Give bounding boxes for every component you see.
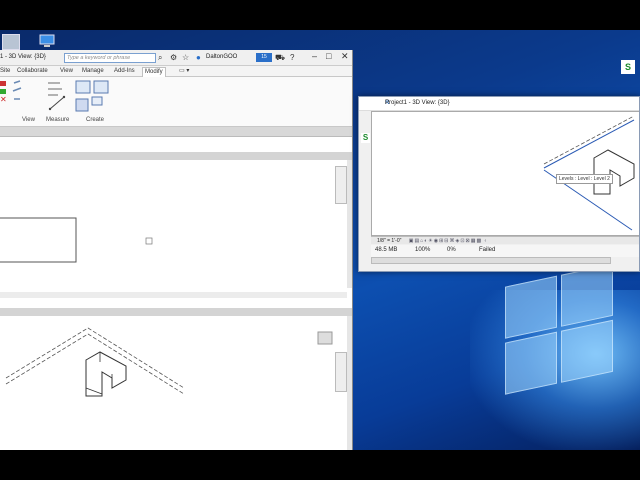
binoculars-icon[interactable]: ⌕ — [158, 53, 162, 63]
revit-main-window: 1 - 3D View: {3D} Type a keyword or phra… — [0, 50, 353, 450]
tab-modify[interactable]: Modify — [142, 67, 166, 77]
tab-manage[interactable]: Manage — [80, 67, 106, 77]
plan-view[interactable] — [0, 152, 352, 298]
vertical-scrollbar[interactable] — [347, 160, 352, 288]
properties-bar — [0, 127, 352, 137]
plan-view-canvas[interactable] — [0, 160, 353, 300]
ribbon-panel: ✕ View Measure Create — [0, 77, 352, 127]
notification-badge[interactable]: 15 — [256, 53, 272, 62]
vertical-scrollbar-3d[interactable] — [347, 316, 352, 450]
3d-view-canvas[interactable] — [0, 316, 353, 450]
windows-logo-wallpaper — [505, 263, 615, 396]
level-tooltip: Levels : Level : Level 2 — [556, 174, 613, 184]
memory-usage: 48.5 MB — [375, 247, 398, 253]
title-bar: 1 - 3D View: {3D} Type a keyword or phra… — [0, 50, 352, 66]
floating-3d-window: R Project1 - 3D View: {3D} S Levels : Le… — [358, 96, 640, 272]
navigation-bar-3d[interactable] — [335, 352, 347, 392]
user-name[interactable]: DaltonGOO — [206, 54, 237, 60]
view-control-bar[interactable]: 1/8" = 1'-0" ▣▤⌂◐☀◉⊞⊟⌘◈⊡⊠▦▩ ‹ — [371, 236, 639, 244]
status-row: 48.5 MB 100% 0% Failed — [371, 245, 639, 257]
minimize-button[interactable]: – — [312, 51, 317, 61]
tab-collaborate[interactable]: Collaborate — [15, 67, 50, 77]
letterbox-top — [0, 0, 640, 30]
window-title: 1 - 3D View: {3D} — [0, 54, 46, 60]
horizontal-scrollbar[interactable] — [0, 292, 347, 298]
view-control-icons[interactable]: ▣▤⌂◐☀◉⊞⊟⌘◈⊡⊠▦▩ ‹ — [409, 238, 487, 244]
3d-view[interactable] — [0, 308, 353, 450]
search-input[interactable]: Type a keyword or phrase — [64, 53, 156, 63]
float-3d-canvas[interactable]: Levels : Level : Level 2 — [371, 111, 639, 236]
percent-two: 0% — [447, 247, 456, 253]
letterbox-bottom — [0, 450, 640, 480]
status-text: Failed — [479, 247, 496, 253]
user-icon: ● — [196, 53, 201, 62]
navigation-bar[interactable] — [335, 166, 347, 204]
float-window-title: Project1 - 3D View: {3D} — [385, 100, 450, 106]
tab-add-ins[interactable]: Add-Ins — [112, 67, 137, 77]
tab-view[interactable]: View — [58, 67, 75, 77]
maximize-button[interactable]: □ — [326, 51, 331, 61]
svg-text:✕: ✕ — [0, 95, 7, 104]
float-title-bar: R Project1 - 3D View: {3D} — [359, 97, 639, 111]
computer-icon[interactable] — [38, 34, 56, 50]
ribbon-tools-icons[interactable]: ✕ — [0, 79, 120, 117]
ribbon-group-view: View — [22, 117, 35, 123]
side-app-icon[interactable]: S — [361, 133, 370, 143]
desktop-app-icon[interactable]: S — [621, 60, 635, 74]
cart-icon[interactable]: ⛟ — [275, 53, 285, 63]
tab-site[interactable]: Site — [0, 67, 12, 77]
percent-one: 100% — [415, 247, 431, 253]
panel-toggle-icon[interactable]: ▭ ▾ — [177, 67, 191, 77]
ribbon-group-measure: Measure — [46, 117, 70, 123]
help-icon[interactable]: ? — [290, 53, 294, 63]
recycle-bin-icon[interactable] — [2, 34, 20, 50]
view-scale[interactable]: 1/8" = 1'-0" — [377, 238, 401, 244]
star-icon[interactable]: ☆ — [182, 53, 189, 63]
subscription-icon[interactable]: ⚙ — [170, 53, 177, 63]
progress-scrollbar[interactable] — [371, 257, 611, 264]
ribbon-group-create: Create — [86, 117, 105, 123]
ribbon-tabs: Site Collaborate View Manage Add-Ins Mod… — [0, 66, 352, 77]
close-button[interactable]: ✕ — [341, 51, 349, 62]
